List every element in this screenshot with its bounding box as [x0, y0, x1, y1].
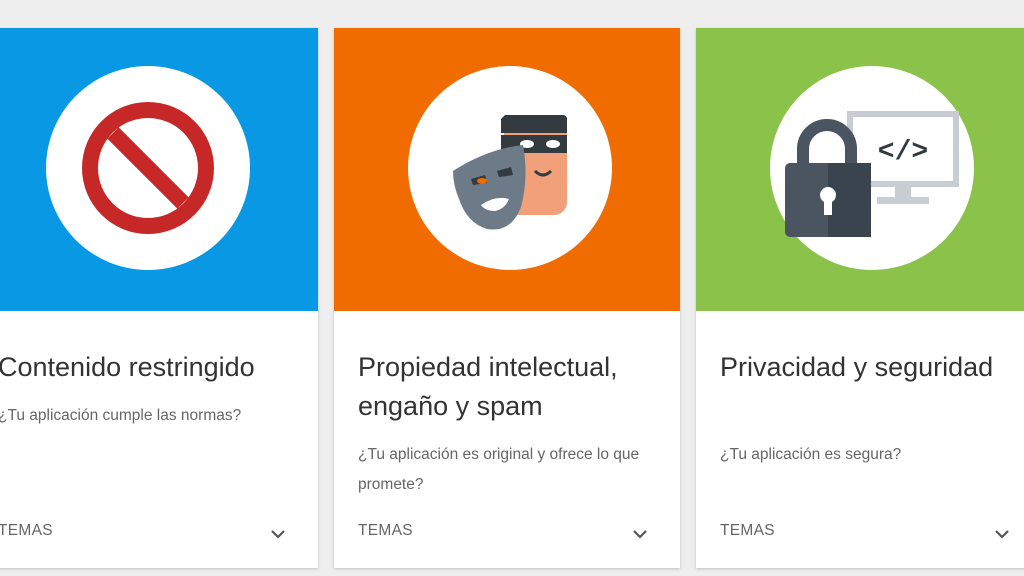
card-banner: [0, 28, 318, 311]
lock-monitor-icon: </>: [785, 111, 959, 237]
no-entry-icon: [82, 102, 214, 234]
card-title: Privacidad y seguridad: [720, 352, 994, 382]
policy-card-intellectual-property[interactable]: Propiedad intelectual, engaño y spam ¿Tu…: [334, 28, 680, 568]
icon-circle: [46, 66, 250, 270]
card-subtitle: ¿Tu aplicación es original y ofrece lo q…: [358, 446, 640, 493]
icon-circle: </>: [770, 66, 974, 270]
chevron-down-icon[interactable]: [630, 524, 650, 544]
card-title: Propiedad intelectual, engaño y spam: [358, 352, 618, 421]
topics-label: TEMAS: [358, 522, 413, 539]
chevron-down-icon[interactable]: [992, 524, 1012, 544]
card-subtitle: ¿Tu aplicación cumple las normas?: [0, 407, 242, 424]
svg-text:</>: </>: [878, 137, 928, 168]
masks-icon: [453, 115, 567, 230]
topics-label: TEMAS: [0, 522, 53, 539]
chevron-down-icon[interactable]: [268, 524, 288, 544]
card-banner: [334, 28, 680, 311]
policy-card-restricted-content[interactable]: Contenido restringido ¿Tu aplicación cum…: [0, 28, 318, 568]
icon-circle: [408, 66, 612, 270]
card-subtitle: ¿Tu aplicación es segura?: [720, 446, 902, 463]
card-title: Contenido restringido: [0, 352, 255, 382]
card-banner: </>: [696, 28, 1024, 311]
policy-card-privacy-security[interactable]: </> Privacidad y seguridad ¿Tu aplicació…: [696, 28, 1024, 568]
topics-label: TEMAS: [720, 522, 775, 539]
